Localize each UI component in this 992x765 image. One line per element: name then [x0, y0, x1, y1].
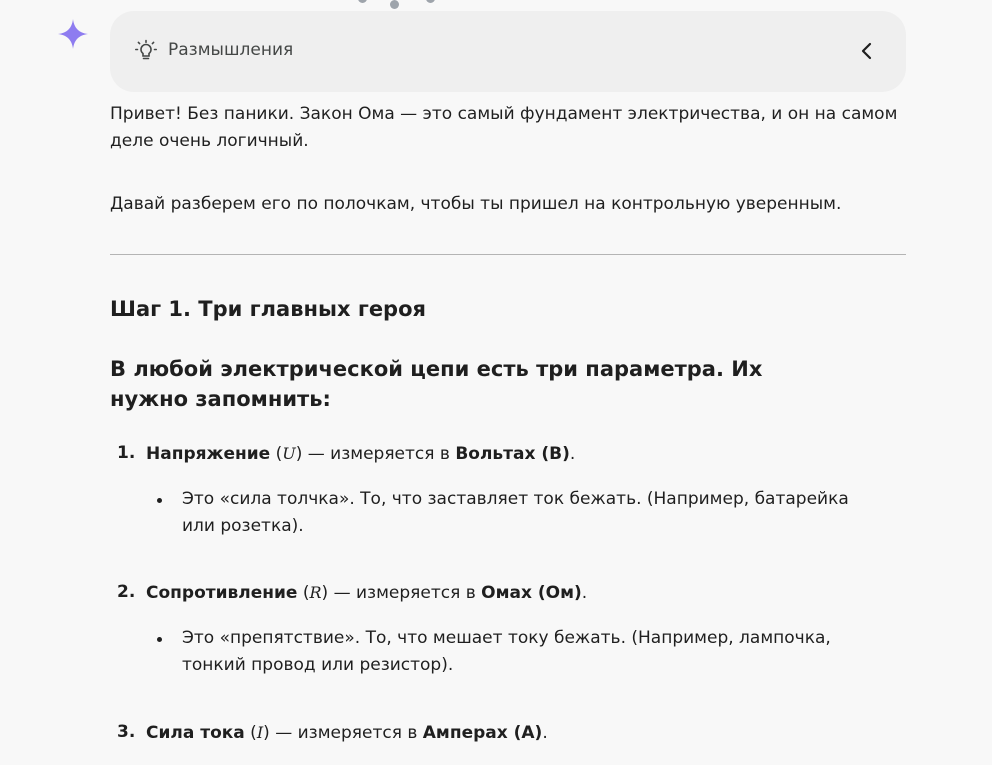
formula-variable: R [309, 583, 322, 602]
term: Напряжение [146, 444, 271, 464]
lightbulb-icon [134, 39, 158, 60]
step-subheading: В любой электрической цепи есть три пара… [110, 357, 763, 411]
bullet-item: Это «препятствие». То, что мешает току б… [110, 625, 882, 679]
bullet-item: Это «сила толчка». То, что заставляет то… [110, 486, 882, 540]
list-item: 3. Сила тока (I) — измеряется в Амперах … [110, 719, 906, 747]
list-item: 2. Сопротивление (R) — измеряется в Омах… [110, 579, 906, 607]
list-number: 1. [117, 443, 136, 463]
list-number: 2. [117, 582, 136, 602]
loading-dots-icon [358, 0, 438, 10]
divider [110, 254, 906, 255]
list-text: — измеряется в [269, 723, 423, 743]
bullet-text: Это «сила толчка». То, что заставляет то… [182, 489, 849, 536]
formula-variable: U [282, 444, 296, 463]
chevron-left-icon[interactable] [856, 39, 878, 63]
formula-variable: I [256, 723, 264, 742]
term: Сила тока [146, 723, 245, 743]
bullet-dot [157, 498, 162, 503]
chat-response-view: Размышления Привет! Без паники. Закон Ом… [0, 0, 992, 765]
term: Сопротивление [146, 583, 298, 603]
unit: Вольтах (В) [455, 444, 570, 464]
intro-paragraph-1: Привет! Без паники. Закон Ома — это самы… [110, 104, 898, 151]
list-text: — измеряется в [328, 583, 482, 603]
list-item: 1. Напряжение (U) — измеряется в Вольтах… [110, 440, 906, 468]
step-heading: Шаг 1. Три главных героя [110, 297, 427, 321]
bullet-text: Это «препятствие». То, что мешает току б… [182, 628, 831, 675]
thinking-label: Размышления [168, 40, 294, 60]
response-content: Привет! Без паники. Закон Ома — это самы… [110, 101, 906, 747]
unit: Омах (Ом) [481, 583, 582, 603]
sparkle-icon [58, 19, 88, 49]
intro-paragraph-2: Давай разберем его по полочкам, чтобы ты… [110, 194, 842, 214]
bullet-dot [157, 637, 162, 642]
unit: Амперах (А) [422, 723, 543, 743]
list-number: 3. [117, 722, 136, 742]
thinking-toggle[interactable]: Размышления [110, 11, 906, 92]
list-text: — измеряется в [302, 444, 456, 464]
